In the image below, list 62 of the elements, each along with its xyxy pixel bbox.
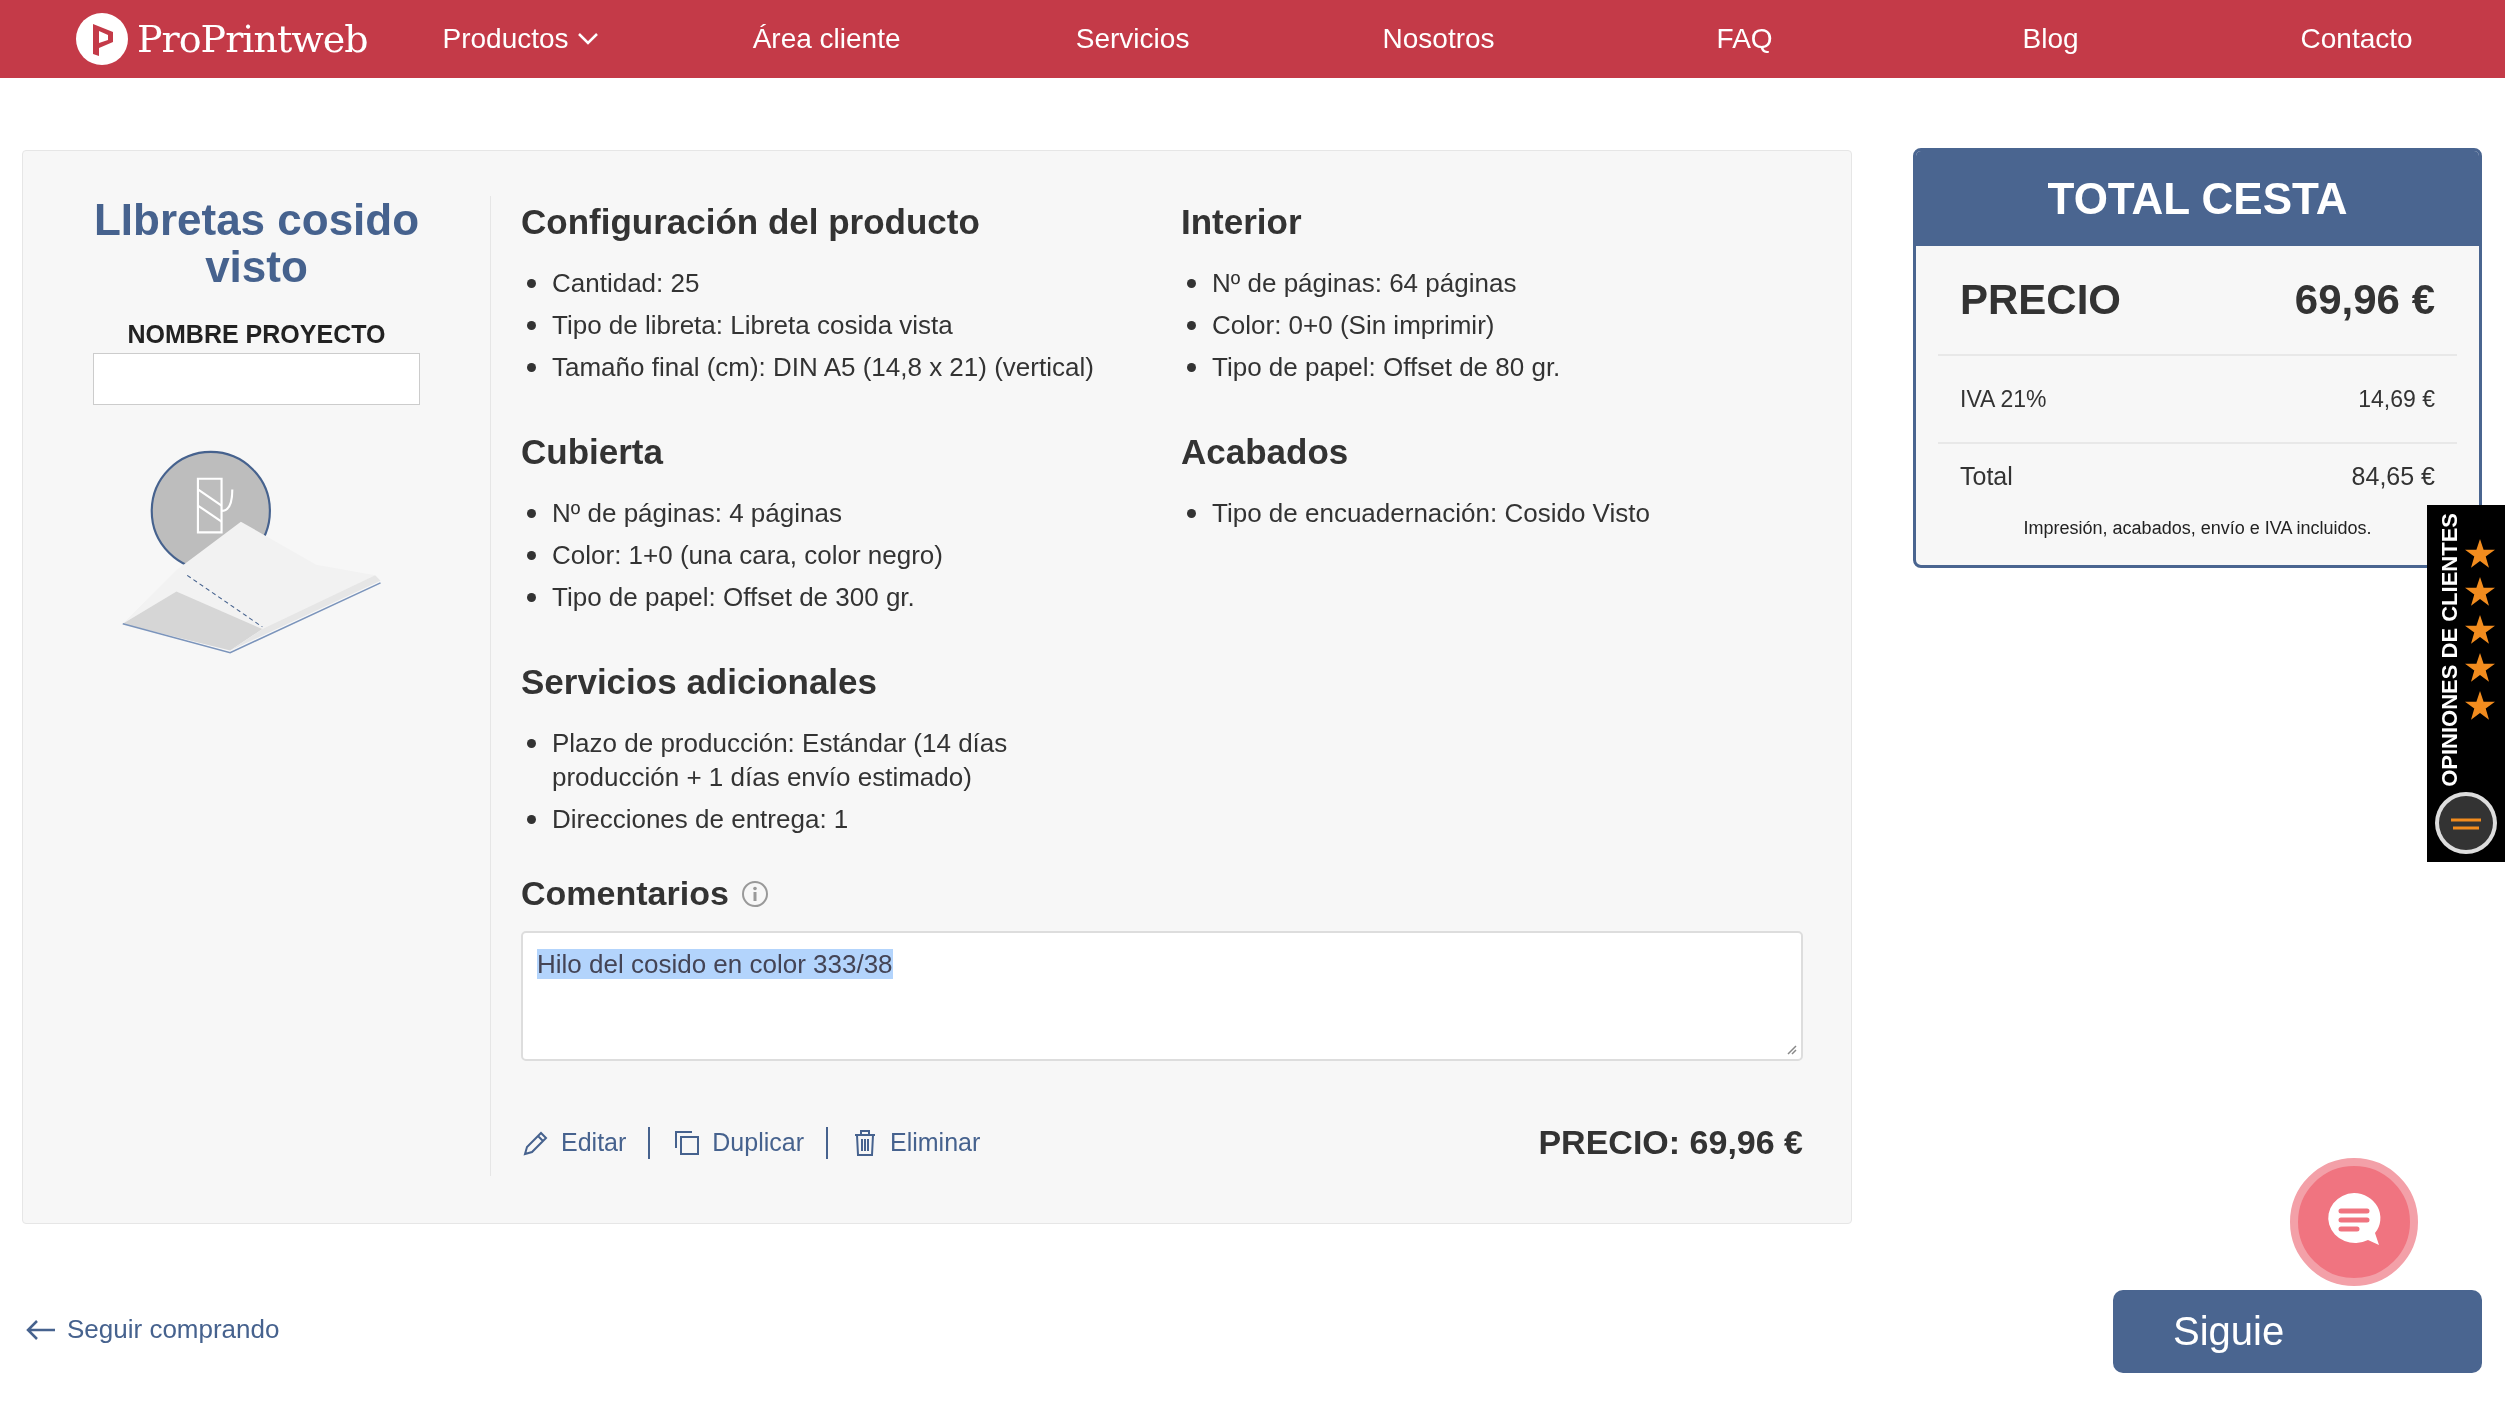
seal-icon [2433,790,2499,856]
reviews-widget[interactable]: OPINIONES DE CLIENTES [2427,505,2505,862]
spec-item: Direcciones de entrega: 1 [552,803,849,836]
nav-link[interactable]: Productos [367,23,674,55]
spec-item: Nº de páginas: 64 páginas [1212,267,1517,300]
section-heading: Configuración del producto [521,201,981,242]
spec-item: Cantidad: 25 [552,267,700,300]
bullet-icon [527,739,536,748]
bullet-icon [527,279,536,288]
resize-grip-icon[interactable] [1785,1043,1797,1055]
summary-label: Total [1960,461,2013,491]
nav-link[interactable]: FAQ [1591,23,1898,55]
info-icon[interactable] [740,879,769,908]
spec-item: Color: 1+0 (una cara, color negro) [552,539,943,572]
bullet-icon [1187,509,1196,518]
panel-title: TOTAL CESTA [1916,151,2479,246]
nav-link[interactable]: Área cliente [673,23,980,55]
bullet-icon [527,815,536,824]
bullet-icon [527,551,536,560]
price-label: PRECIO [1960,276,2122,324]
arrow-left-icon [25,1317,57,1342]
nav-link[interactable]: Servicios [979,23,1286,55]
spec-item: Color: 0+0 (Sin imprimir) [1212,309,1495,342]
continue-shopping-link[interactable]: Seguir comprando [25,1314,280,1345]
section-heading: Servicios adicionales [521,661,878,702]
logo-text[interactable]: ProPrintweb [137,17,368,61]
product-title: LIbretas cosido visto [92,196,421,290]
bullet-icon [527,321,536,330]
nav-link[interactable]: Contacto [2203,23,2505,55]
spec-item: Tipo de papel: Offset de 80 gr. [1212,351,1561,384]
spec-item: Nº de páginas: 4 páginas [552,497,842,530]
project-name-field[interactable] [93,353,420,405]
summary-value: 14,69 € [2358,385,2435,413]
next-button[interactable]: Siguie [2113,1290,2482,1373]
nav-link[interactable]: Blog [1897,23,2204,55]
spec-item: Tamaño final (cm): DIN A5 (14,8 x 21) (vertical) [552,351,1094,384]
bullet-icon [1187,321,1196,330]
spec-item: Tipo de encuadernación: Cosido Visto [1212,497,1650,530]
delete-button[interactable]: Eliminar [850,1127,981,1158]
section-heading: Cubierta [521,431,665,472]
bullet-icon [527,593,536,602]
reviews-label: OPINIONES DE CLIENTES [2437,513,2463,787]
spec-item: Tipo de papel: Offset de 300 gr. [552,581,915,614]
spec-item: Tipo de libreta: Libreta cosida vista [552,309,953,342]
bullet-icon [1187,279,1196,288]
bullet-icon [527,509,536,518]
logo-icon[interactable] [75,12,129,66]
nav-link[interactable]: Nosotros [1285,23,1592,55]
section-heading: Comentarios [521,874,729,913]
section-heading: Acabados [1181,431,1350,472]
item-price: PRECIO: 69,96 € [1538,1123,1803,1162]
bullet-icon [1187,363,1196,372]
section-heading: Interior [1181,201,1303,242]
field-label: NOMBRE PROYECTO [127,320,386,349]
edit-button[interactable]: Editar [521,1127,627,1158]
comment-field[interactable]: Hilo del cosido en color 333/38 [521,931,1803,1061]
summary-value: 84,65 € [2351,461,2435,491]
summary-label: IVA 21% [1960,385,2047,413]
duplicate-button[interactable]: Duplicar [672,1127,804,1158]
bullet-icon [527,363,536,372]
spec-item: Plazo de producción: Estándar (14 días producción + 1 días envío estimado) [552,727,1009,794]
price-value: 69,96 € [2294,276,2435,324]
